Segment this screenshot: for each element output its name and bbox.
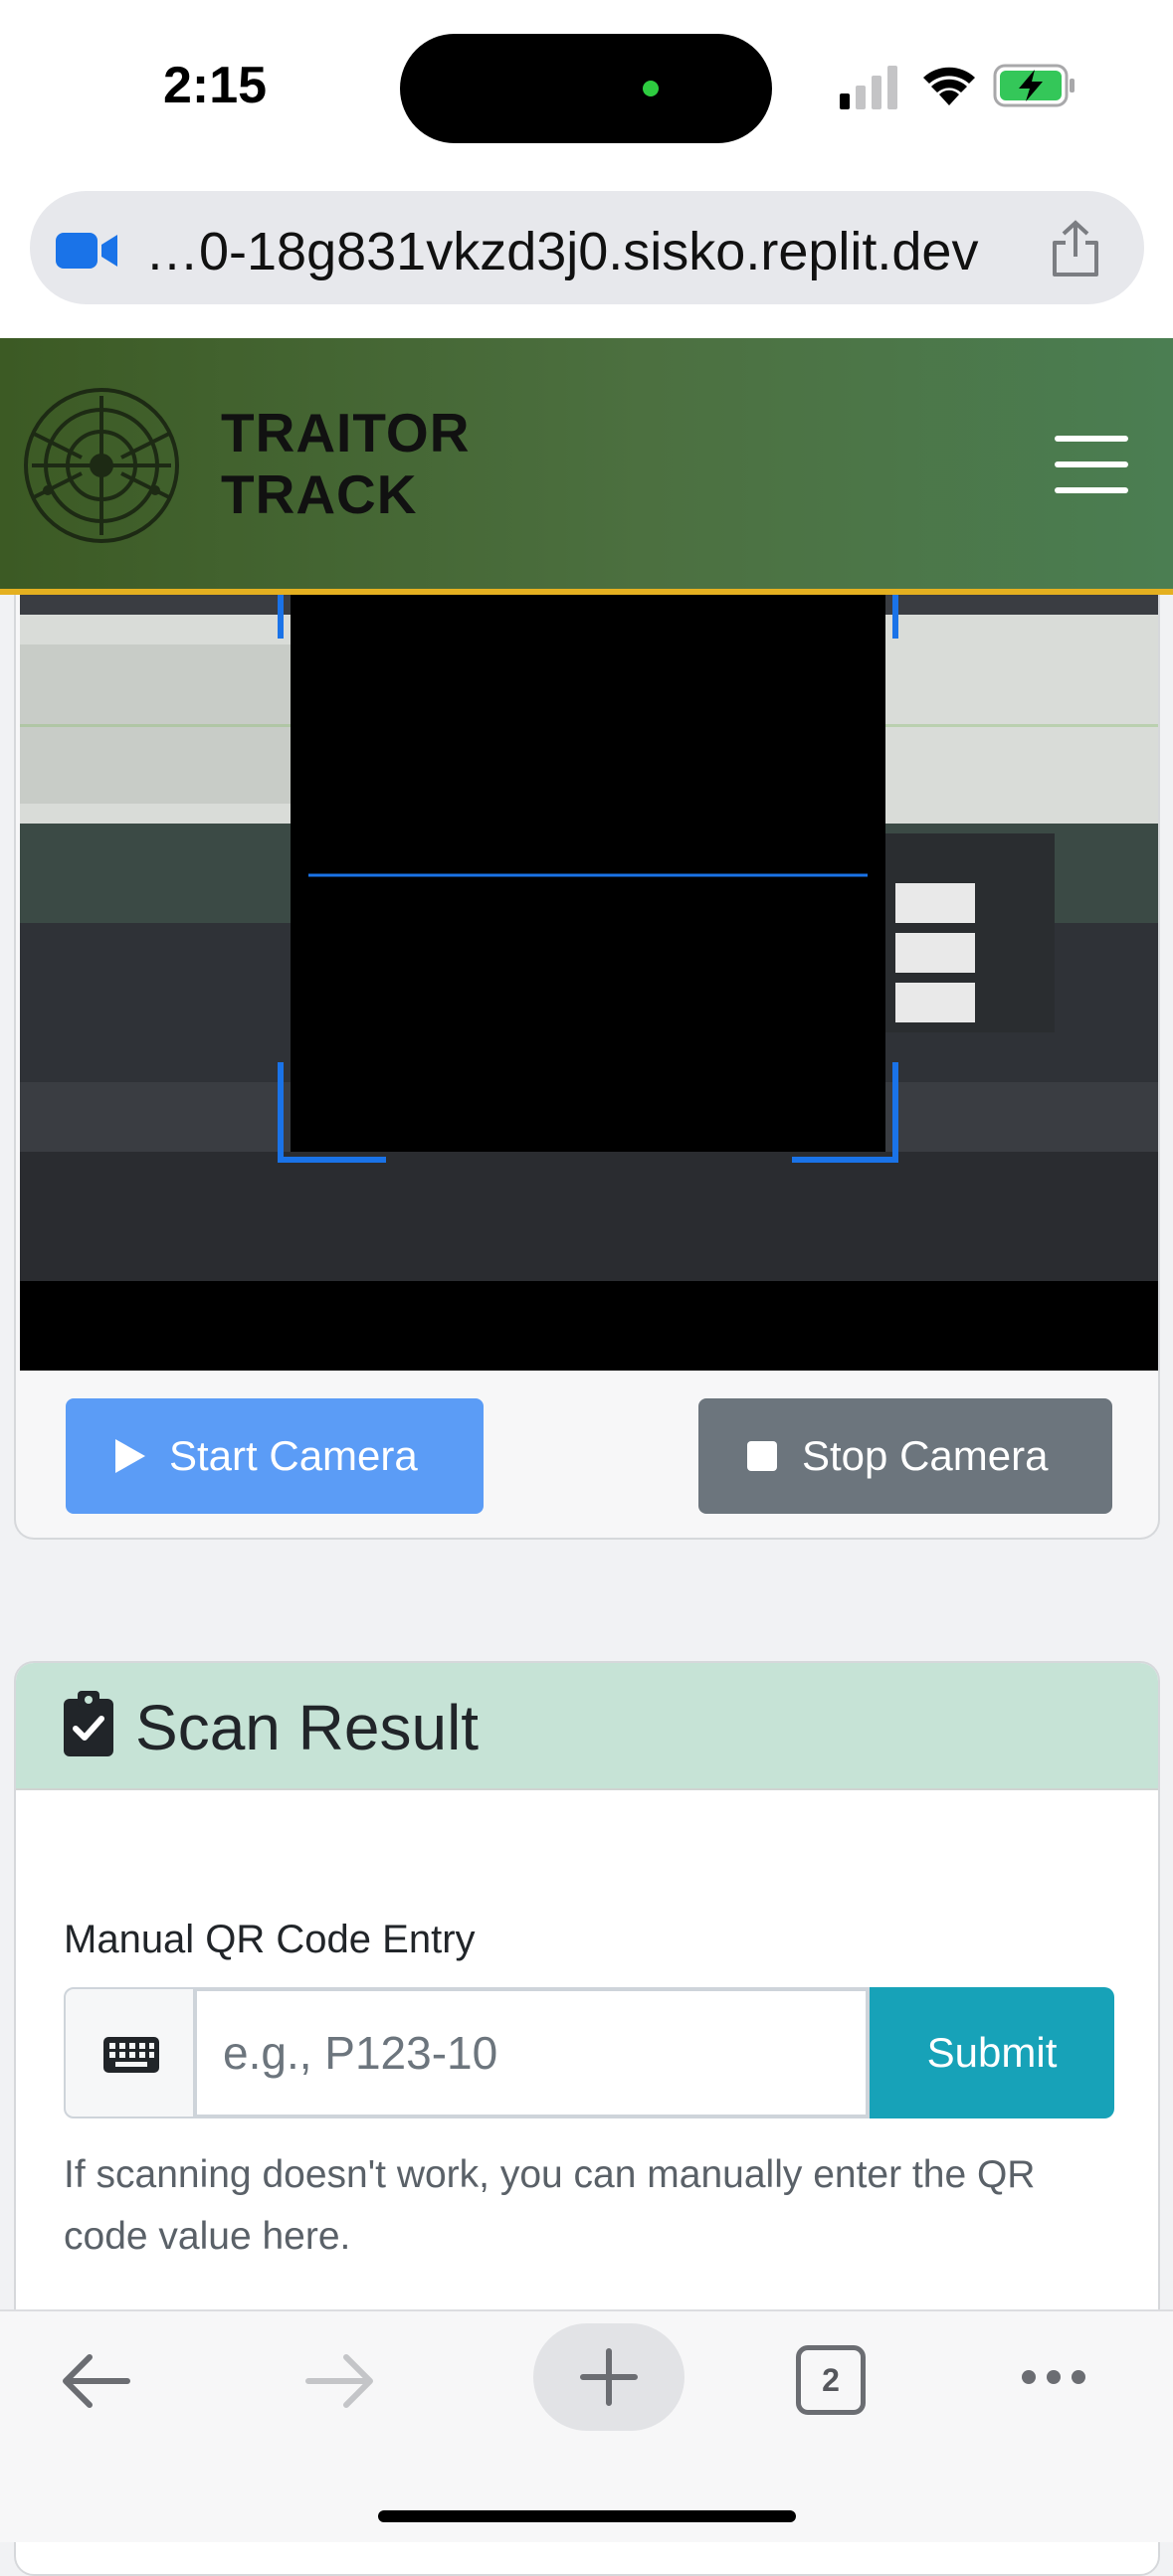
browser-address-area: …0-18g831vkzd3j0.sisko.replit.dev: [0, 179, 1173, 338]
tab-count-button[interactable]: 2: [796, 2345, 866, 2415]
new-tab-button[interactable]: [533, 2323, 684, 2431]
more-icon[interactable]: [1019, 2367, 1088, 2387]
traitor-track-logo[interactable]: [22, 386, 181, 545]
back-arrow-icon[interactable]: [60, 2351, 131, 2411]
cellular-signal-icon: [840, 66, 897, 109]
tab-count: 2: [822, 2361, 840, 2398]
submit-button[interactable]: Submit: [870, 1987, 1114, 2118]
brand-name[interactable]: TRAITOR TRACK: [221, 402, 470, 525]
clipboard-check-icon: [64, 1691, 113, 1756]
qr-code-input[interactable]: [193, 1987, 870, 2118]
status-bar: 2:15: [0, 0, 1173, 179]
dynamic-island: [400, 34, 772, 143]
hamburger-menu-icon[interactable]: [1055, 436, 1128, 495]
forward-arrow-icon[interactable]: [304, 2351, 376, 2411]
stop-camera-button[interactable]: Stop Camera: [698, 1398, 1112, 1514]
scan-result-header: Scan Result: [16, 1663, 1158, 1790]
manual-entry-label: Manual QR Code Entry: [64, 1918, 476, 1961]
home-indicator: [378, 2510, 796, 2522]
keyboard-addon: [64, 1987, 195, 2118]
share-icon[interactable]: [1049, 219, 1102, 278]
brand-line-1: TRAITOR: [221, 402, 471, 463]
app-header: TRAITOR TRACK: [0, 338, 1173, 595]
manual-entry-help-text: If scanning doesn't work, you can manual…: [64, 2153, 1036, 2258]
stop-icon: [747, 1441, 777, 1471]
keyboard-icon: [103, 2037, 159, 2073]
camera-card: Start Camera Stop Camera: [14, 595, 1160, 1540]
video-camera-icon: [56, 233, 117, 269]
stop-camera-label: Stop Camera: [802, 1432, 1049, 1479]
start-camera-button[interactable]: Start Camera: [66, 1398, 484, 1514]
url-text[interactable]: …0-18g831vkzd3j0.sisko.replit.dev: [145, 221, 978, 282]
plus-icon: [580, 2348, 638, 2406]
browser-bottom-toolbar: 2: [0, 2309, 1173, 2542]
play-icon: [115, 1439, 145, 1473]
address-bar[interactable]: …0-18g831vkzd3j0.sisko.replit.dev: [30, 191, 1144, 304]
manual-entry-input-group: Submit: [64, 1987, 1114, 2118]
camera-indicator-dot: [643, 81, 659, 96]
camera-video-feed: [20, 595, 1158, 1371]
camera-preview-image: [20, 595, 1158, 1371]
status-time: 2:15: [163, 57, 268, 114]
scan-result-title: Scan Result: [135, 1692, 480, 1763]
wifi-icon: [923, 67, 975, 105]
start-camera-label: Start Camera: [169, 1432, 418, 1479]
battery-charging-icon: [993, 64, 1075, 107]
brand-line-2: TRACK: [221, 463, 418, 525]
